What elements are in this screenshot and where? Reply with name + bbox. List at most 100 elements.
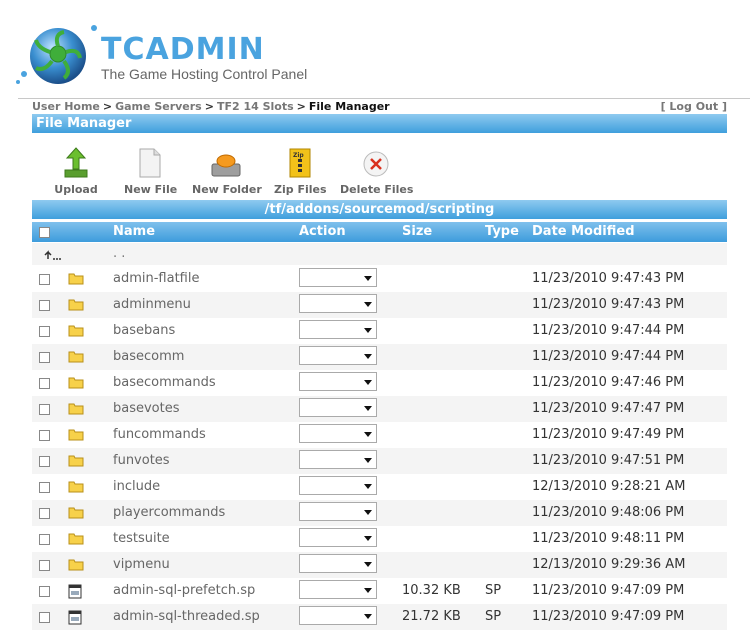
date-modified: 11/23/2010 9:47:44 PM: [532, 323, 685, 338]
action-select[interactable]: [299, 294, 377, 313]
row-checkbox[interactable]: [39, 586, 50, 597]
file-name-link[interactable]: admin-sql-prefetch.sp: [113, 583, 255, 598]
table-row: basecommands 11/23/2010 9:47:46 PM: [32, 370, 727, 396]
parent-directory-row[interactable]: . .: [32, 243, 727, 265]
row-checkbox[interactable]: [39, 352, 50, 363]
select-all-checkbox[interactable]: [39, 227, 50, 238]
upload-button[interactable]: Upload: [44, 146, 108, 196]
row-checkbox[interactable]: [39, 482, 50, 493]
chevron-down-icon: [364, 484, 372, 489]
breadcrumb-server[interactable]: TF2 14 Slots: [217, 100, 294, 113]
column-date-modified[interactable]: Date Modified: [532, 222, 635, 242]
date-modified: 11/23/2010 9:47:47 PM: [532, 401, 685, 416]
row-checkbox[interactable]: [39, 430, 50, 441]
file-name-link[interactable]: basevotes: [113, 401, 180, 416]
date-modified: 11/23/2010 9:47:09 PM: [532, 583, 685, 598]
new-file-button[interactable]: New File: [124, 146, 178, 196]
page-title: File Manager: [32, 114, 727, 133]
row-checkbox[interactable]: [39, 560, 50, 571]
zip-files-button[interactable]: Zip Zip Files: [274, 146, 327, 196]
chevron-down-icon: [364, 354, 372, 359]
table-row: include 12/13/2010 9:28:21 AM: [32, 474, 727, 500]
action-select[interactable]: [299, 268, 377, 287]
action-select[interactable]: [299, 346, 377, 365]
row-checkbox[interactable]: [39, 300, 50, 311]
file-name-link[interactable]: admin-sql-threaded.sp: [113, 609, 260, 624]
date-modified: 11/23/2010 9:47:43 PM: [532, 297, 685, 312]
table-row: funcommands 11/23/2010 9:47:49 PM: [32, 422, 727, 448]
header-divider: [18, 98, 750, 99]
table-row: admin-sql-prefetch.sp 10.32 KB SP 11/23/201…: [32, 578, 727, 604]
logout-link[interactable]: [ Log Out ]: [661, 100, 727, 113]
action-select[interactable]: [299, 476, 377, 495]
date-modified: 11/23/2010 9:47:44 PM: [532, 349, 685, 364]
new-file-label: New File: [124, 183, 178, 196]
upload-icon: [64, 147, 88, 178]
breadcrumb-game-servers[interactable]: Game Servers: [115, 100, 202, 113]
row-checkbox[interactable]: [39, 508, 50, 519]
new-folder-button[interactable]: New Folder: [192, 146, 262, 196]
chevron-down-icon: [364, 406, 372, 411]
action-select[interactable]: [299, 398, 377, 417]
upload-label: Upload: [54, 183, 98, 196]
file-type: SP: [485, 609, 502, 624]
chevron-down-icon: [364, 614, 372, 619]
file-name-link[interactable]: funcommands: [113, 427, 206, 442]
folder-icon: [68, 454, 84, 471]
file-name-link[interactable]: include: [113, 479, 160, 494]
file-name-link[interactable]: playercommands: [113, 505, 225, 520]
file-name-link[interactable]: basecommands: [113, 375, 216, 390]
breadcrumb-user-home[interactable]: User Home: [32, 100, 100, 113]
file-name-link[interactable]: adminmenu: [113, 297, 191, 312]
row-checkbox[interactable]: [39, 378, 50, 389]
tcadmin-logo: [16, 25, 97, 84]
action-select[interactable]: [299, 424, 377, 443]
folder-icon: [68, 532, 84, 549]
new-file-icon: [139, 148, 161, 178]
file-name-link[interactable]: vipmenu: [113, 557, 170, 572]
date-modified: 11/23/2010 9:47:43 PM: [532, 271, 685, 286]
action-select[interactable]: [299, 502, 377, 521]
row-checkbox[interactable]: [39, 274, 50, 285]
action-select[interactable]: [299, 580, 377, 599]
file-name-link[interactable]: basebans: [113, 323, 175, 338]
action-select[interactable]: [299, 554, 377, 573]
row-checkbox[interactable]: [39, 534, 50, 545]
table-row: basevotes 11/23/2010 9:47:47 PM: [32, 396, 727, 422]
file-name-link[interactable]: testsuite: [113, 531, 170, 546]
folder-icon: [68, 298, 84, 315]
file-name-link[interactable]: basecomm: [113, 349, 184, 364]
row-checkbox[interactable]: [39, 404, 50, 415]
column-action: Action: [299, 224, 346, 239]
file-icon: [68, 610, 82, 629]
row-checkbox[interactable]: [39, 326, 50, 337]
column-size[interactable]: Size: [402, 222, 432, 242]
row-checkbox[interactable]: [39, 612, 50, 623]
brand: TCADMIN The Game Hosting Control Panel: [101, 32, 307, 83]
action-select[interactable]: [299, 606, 377, 625]
folder-icon: [68, 402, 84, 419]
action-select[interactable]: [299, 528, 377, 547]
folder-icon: [68, 428, 84, 445]
parent-folder-icon: [44, 250, 61, 260]
brand-name: TCADMIN: [101, 32, 265, 67]
action-select[interactable]: [299, 320, 377, 339]
file-type: SP: [485, 583, 502, 598]
date-modified: 11/23/2010 9:47:51 PM: [532, 453, 685, 468]
date-modified: 11/23/2010 9:47:09 PM: [532, 609, 685, 624]
date-modified: 11/23/2010 9:47:46 PM: [532, 375, 685, 390]
folder-icon: [68, 480, 84, 497]
new-folder-icon: [211, 154, 241, 177]
folder-icon: [68, 324, 84, 341]
delete-files-button[interactable]: Delete Files: [340, 146, 413, 196]
folder-icon: [68, 506, 84, 523]
action-select[interactable]: [299, 372, 377, 391]
action-select[interactable]: [299, 450, 377, 469]
column-name[interactable]: Name: [113, 222, 155, 242]
row-checkbox[interactable]: [39, 456, 50, 467]
parent-directory-label[interactable]: . .: [113, 246, 125, 261]
file-name-link[interactable]: admin-flatfile: [113, 271, 199, 286]
file-name-link[interactable]: funvotes: [113, 453, 170, 468]
column-type[interactable]: Type: [485, 222, 519, 242]
date-modified: 11/23/2010 9:47:49 PM: [532, 427, 685, 442]
